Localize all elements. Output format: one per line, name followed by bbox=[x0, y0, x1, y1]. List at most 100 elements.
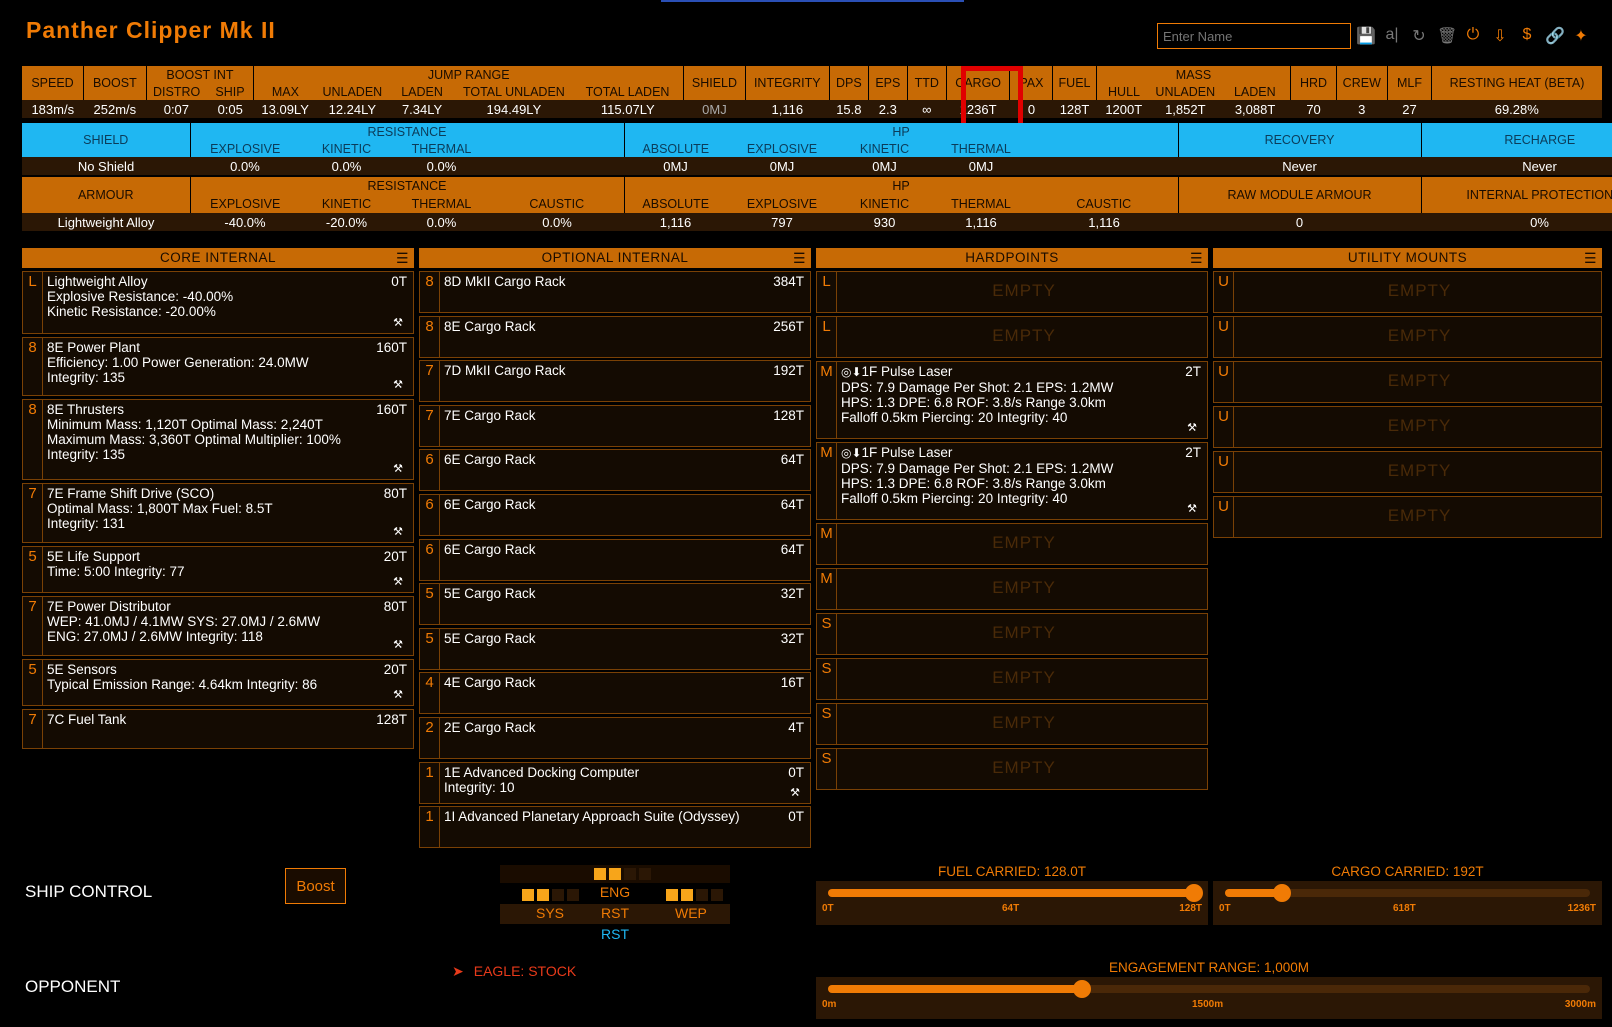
pip-wep-label[interactable]: WEP bbox=[675, 905, 707, 921]
fuel-slider[interactable]: 0T 64T 128T bbox=[816, 881, 1208, 925]
optional-slot[interactable]: 6 6E Cargo Rack 64T bbox=[419, 494, 811, 536]
rename-icon[interactable]: a| bbox=[1383, 26, 1401, 46]
module-text: Integrity: 10 bbox=[444, 779, 515, 795]
hardpoints-slot[interactable]: L EMPTY bbox=[816, 316, 1208, 358]
module-text: ENG: 27.0MJ / 2.6MW Integrity: 118 bbox=[47, 629, 263, 644]
optional-slot[interactable]: 5 5E Cargo Rack 32T bbox=[419, 583, 811, 626]
settings-icon[interactable]: ✦ bbox=[1572, 26, 1590, 46]
cost-icon[interactable]: $ bbox=[1518, 26, 1536, 46]
core-slot[interactable]: 5 5E Life Support Time: 5:00 Integrity: 77… bbox=[22, 546, 414, 593]
slot-class: 5 bbox=[23, 547, 43, 592]
range-track[interactable] bbox=[828, 980, 1590, 998]
optional-slot[interactable]: 5 5E Cargo Rack 32T bbox=[419, 627, 811, 670]
engineering-wrench-icon[interactable]: ⚒ bbox=[393, 525, 403, 538]
filter-menu-icon[interactable]: ☰ bbox=[396, 248, 409, 268]
delete-icon[interactable]: 🗑 bbox=[1437, 26, 1457, 46]
slot-class: L bbox=[817, 272, 837, 312]
hardpoints-slot[interactable]: L EMPTY bbox=[816, 271, 1208, 313]
pip-sys-label[interactable]: SYS bbox=[536, 905, 564, 921]
optional-slot[interactable]: 8 8D MkII Cargo Rack 384T bbox=[419, 271, 811, 313]
core-slot[interactable]: 5 5E Sensors Typical Emission Range: 4.64k… bbox=[22, 659, 414, 706]
eng-pip bbox=[609, 868, 621, 880]
armour-table: ARMOUR RESISTANCE HP RAW MODULE ARMOUR I… bbox=[22, 177, 1612, 231]
save-icon[interactable]: 💾 bbox=[1356, 26, 1376, 46]
hardpoints-slot[interactable]: S EMPTY bbox=[816, 658, 1208, 700]
boost-button[interactable]: Boost bbox=[285, 868, 346, 904]
optional-slot[interactable]: 1 1E Advanced Docking Computer Integrity: … bbox=[419, 761, 811, 804]
pip-rst-label[interactable]: RST bbox=[601, 905, 629, 921]
optional-slot[interactable]: 4 4E Cargo Rack 16T bbox=[419, 672, 811, 715]
stat-value: 2.3 bbox=[878, 101, 897, 117]
link-icon[interactable]: 🔗 bbox=[1545, 26, 1565, 46]
utility-slot[interactable]: U EMPTY bbox=[1213, 406, 1602, 448]
pip-reset-link[interactable]: RST bbox=[500, 926, 730, 942]
slot-class: U bbox=[1214, 272, 1234, 312]
utility-slot[interactable]: U EMPTY bbox=[1213, 316, 1602, 358]
build-name-input[interactable] bbox=[1157, 23, 1351, 49]
optional-slot[interactable]: 6 6E Cargo Rack 64T bbox=[419, 538, 811, 581]
hardpoints-slot[interactable]: M EMPTY bbox=[816, 523, 1208, 565]
pip-eng-label[interactable]: ENG bbox=[500, 884, 730, 900]
hardpoints-slot[interactable]: S EMPTY bbox=[816, 613, 1208, 655]
core-slot[interactable]: 8 8E Power Plant Efficiency: 1.00 Power Ge… bbox=[22, 337, 414, 396]
hardpoints-slot[interactable]: S EMPTY bbox=[816, 748, 1208, 790]
cargo-track[interactable] bbox=[1225, 884, 1590, 902]
range-min: 0m bbox=[822, 999, 837, 1010]
utility-slot[interactable]: U EMPTY bbox=[1213, 271, 1602, 313]
fuel-track[interactable] bbox=[828, 884, 1203, 902]
engineering-wrench-icon[interactable]: ⚒ bbox=[393, 378, 403, 391]
module-text: 5E Cargo Rack bbox=[444, 586, 536, 602]
optional-slot[interactable]: 7 7E Cargo Rack 128T bbox=[419, 404, 811, 447]
slot-class: U bbox=[1214, 362, 1234, 402]
utility-slot[interactable]: U EMPTY bbox=[1213, 451, 1602, 493]
core-slot[interactable]: 7 7C Fuel Tank 128T bbox=[22, 709, 414, 749]
module-mass: 384T bbox=[773, 274, 804, 289]
engineering-wrench-icon[interactable]: ⚒ bbox=[393, 462, 403, 475]
core-slot[interactable]: L Lightweight Alloy Explosive Resistance: … bbox=[22, 271, 414, 334]
opponent-ship-selector[interactable]: ➤ EAGLE: STOCK bbox=[452, 963, 576, 980]
engineering-wrench-icon[interactable]: ⚒ bbox=[790, 786, 800, 799]
power-icon[interactable]: ⏻ bbox=[1464, 26, 1482, 46]
cargo-knob[interactable] bbox=[1272, 884, 1291, 902]
engineering-wrench-icon[interactable]: ⚒ bbox=[393, 575, 403, 588]
module-mass: 128T bbox=[376, 712, 407, 727]
module-name: 5E Cargo Rack bbox=[444, 631, 806, 646]
engineering-wrench-icon[interactable]: ⚒ bbox=[393, 688, 403, 701]
optional-slot[interactable]: 8 8E Cargo Rack 256T bbox=[419, 315, 811, 358]
engineering-wrench-icon[interactable]: ⚒ bbox=[393, 316, 403, 329]
export-icon[interactable]: ⇩ bbox=[1491, 26, 1509, 46]
filter-menu-icon[interactable]: ☰ bbox=[1190, 248, 1203, 268]
filter-menu-icon[interactable]: ☰ bbox=[1584, 248, 1597, 268]
slot-class: 6 bbox=[420, 450, 440, 491]
engineering-wrench-icon[interactable]: ⚒ bbox=[1187, 502, 1197, 515]
filter-menu-icon[interactable]: ☰ bbox=[793, 248, 806, 268]
utility-slot[interactable]: U EMPTY bbox=[1213, 361, 1602, 403]
module-text: 5E Life Support bbox=[47, 549, 141, 564]
eng-pip bbox=[639, 868, 651, 880]
stat-value: 0:05 bbox=[217, 101, 243, 117]
fuel-knob[interactable] bbox=[1185, 884, 1203, 902]
optional-slot[interactable]: 2 2E Cargo Rack 4T bbox=[419, 717, 811, 759]
cargo-slider[interactable]: 0T 618T 1236T bbox=[1213, 881, 1602, 925]
stat-value: 0MJ bbox=[702, 101, 727, 117]
optional-slot[interactable]: 7 7D MkII Cargo Rack 192T bbox=[419, 360, 811, 403]
core-slot[interactable]: 8 8E Thrusters Minimum Mass: 1,120T Optima… bbox=[22, 399, 414, 480]
engineering-wrench-icon[interactable]: ⚒ bbox=[393, 638, 403, 651]
hardpoints-slot[interactable]: M ◎⬇1F Pulse Laser DPS: 7.9 Damage Per Sho… bbox=[816, 361, 1208, 439]
module-text: 5E Cargo Rack bbox=[444, 630, 536, 646]
core-slot[interactable]: 7 7E Frame Shift Drive (SCO) Optimal Mass:… bbox=[22, 483, 414, 543]
hardpoints-slot[interactable]: S EMPTY bbox=[816, 703, 1208, 745]
engagement-range-slider[interactable]: 0m 1500m 3000m bbox=[816, 977, 1602, 1019]
hardpoints-slot[interactable]: M ◎⬇1F Pulse Laser DPS: 7.9 Damage Per Sho… bbox=[816, 442, 1208, 520]
utility-slot[interactable]: U EMPTY bbox=[1213, 496, 1602, 538]
core-slot[interactable]: 7 7E Power Distributor WEP: 41.0MJ / 4.1MW… bbox=[22, 596, 414, 656]
reload-icon[interactable]: ↻ bbox=[1410, 26, 1428, 46]
module-name: 8E Thrusters bbox=[47, 402, 409, 417]
range-knob[interactable] bbox=[1072, 980, 1091, 998]
stat-value: 12.24LY bbox=[328, 101, 377, 117]
optional-slot[interactable]: 1 1I Advanced Planetary Approach Suite (O… bbox=[419, 806, 811, 849]
optional-slot[interactable]: 6 6E Cargo Rack 64T bbox=[419, 449, 811, 492]
engineering-wrench-icon[interactable]: ⚒ bbox=[1187, 421, 1197, 434]
hardpoints-slot[interactable]: M EMPTY bbox=[816, 568, 1208, 610]
armour-sub-header: THERMAL bbox=[411, 197, 472, 211]
